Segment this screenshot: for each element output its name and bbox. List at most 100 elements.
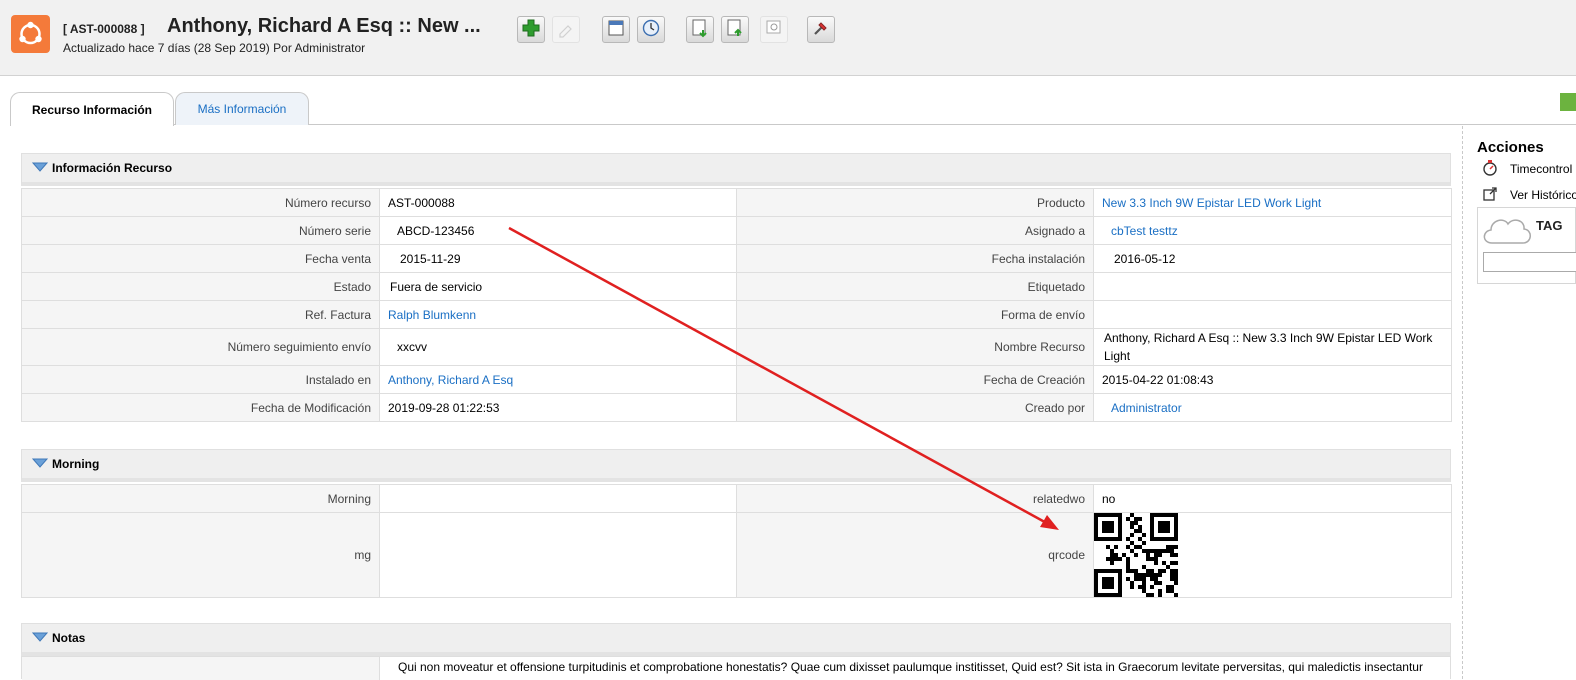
tag-cloud-box: TAG: [1477, 207, 1576, 284]
field-label: Instalado en: [21, 365, 380, 394]
field-label: Fecha de Modificación: [21, 393, 380, 422]
field-label: Forma de envío: [736, 300, 1094, 329]
field-label: Creado por: [736, 393, 1094, 422]
table-row: Número serie ABCD-123456 Asignado a cbTe…: [21, 216, 1452, 245]
field-label: Número seguimiento envío: [21, 328, 380, 366]
notes-label-cell: [22, 657, 380, 680]
section-title: Información Recurso: [52, 161, 173, 175]
invoice-link[interactable]: Ralph Blumkenn: [388, 308, 476, 322]
qrcode-cell: [1093, 512, 1452, 598]
field-label: Etiquetado: [736, 272, 1094, 301]
duplicate-button[interactable]: [552, 16, 580, 43]
assigned-user-link[interactable]: cbTest testtz: [1111, 224, 1178, 238]
table-row: Estado Fuera de servicio Etiquetado: [21, 272, 1452, 301]
section-header-informacion[interactable]: Información Recurso: [21, 153, 1451, 186]
field-value: Anthony, Richard A Esq :: New 3.3 Inch 9…: [1093, 328, 1452, 366]
field-value: [1093, 272, 1452, 301]
table-row: Número recurso AST-000088 Producto New 3…: [21, 188, 1452, 217]
record-number: [ AST-000088 ]: [63, 22, 145, 36]
export-button[interactable]: [686, 16, 714, 43]
notes-text: Qui non moveatur et offensione turpitudi…: [398, 660, 1423, 674]
tag-label: TAG: [1536, 218, 1563, 233]
field-label: Morning: [21, 484, 380, 513]
add-button[interactable]: [517, 16, 545, 43]
field-label: relatedwo: [736, 484, 1094, 513]
duplicate-icon: [556, 18, 576, 41]
action-timecontrol[interactable]: Timecontrol: [1482, 159, 1573, 180]
field-value: 2016-05-12: [1093, 244, 1452, 273]
field-label: qrcode: [736, 512, 1094, 598]
assets-module-icon[interactable]: [11, 15, 50, 53]
settings-icon: [811, 18, 831, 41]
field-value: no: [1093, 484, 1452, 513]
installed-at-link[interactable]: Anthony, Richard A Esq: [388, 373, 513, 387]
field-label: Número serie: [21, 216, 380, 245]
field-label: Asignado a: [736, 216, 1094, 245]
field-value: AST-000088: [379, 188, 737, 217]
info-table: Número recurso AST-000088 Producto New 3…: [21, 188, 1452, 422]
collapse-icon: [31, 457, 49, 471]
find-duplicates-icon: [764, 18, 784, 41]
page-title: Anthony, Richard A Esq :: New ...: [167, 15, 481, 37]
field-label: Ref. Factura: [21, 300, 380, 329]
tag-input[interactable]: [1483, 252, 1576, 272]
action-ver-historico[interactable]: Ver Histórico: [1482, 186, 1576, 204]
field-label: Estado: [21, 272, 380, 301]
calendar-button[interactable]: [602, 16, 630, 43]
field-label: Fecha instalación: [736, 244, 1094, 273]
clock-button[interactable]: [637, 16, 665, 43]
field-value: [379, 484, 737, 513]
field-value: Fuera de servicio: [379, 272, 737, 301]
calendar-icon: [606, 18, 626, 41]
section-header-morning[interactable]: Morning: [21, 449, 1451, 482]
record-header: [ AST-000088 ] Anthony, Richard A Esq ::…: [0, 0, 1576, 76]
field-label: mg: [21, 512, 380, 598]
tag-cloud-icon: [1480, 211, 1534, 252]
action-label: Ver Histórico: [1510, 188, 1576, 202]
find-duplicates-button[interactable]: [760, 16, 788, 43]
status-indicator[interactable]: [1560, 93, 1576, 111]
field-label: Número recurso: [21, 188, 380, 217]
settings-button[interactable]: [807, 16, 835, 43]
section-title: Morning: [52, 457, 100, 471]
export-icon: [690, 18, 710, 41]
add-icon: [521, 18, 541, 41]
qr-code-icon: [1094, 513, 1451, 597]
field-label: Nombre Recurso: [736, 328, 1094, 366]
morning-table: Morning relatedwo no mg qrcode: [21, 484, 1452, 598]
collapse-icon: [31, 631, 49, 645]
field-value: 2015-11-29: [379, 244, 737, 273]
table-row: mg qrcode: [21, 512, 1452, 598]
table-row: Morning relatedwo no: [21, 484, 1452, 513]
table-row: Fecha venta 2015-11-29 Fecha instalación…: [21, 244, 1452, 273]
clock-icon: [641, 18, 661, 41]
section-header-notas[interactable]: Notas: [21, 623, 1451, 656]
tab-recurso-informacion[interactable]: Recurso Información: [10, 92, 174, 126]
tab-mas-informacion[interactable]: Más Información: [175, 92, 309, 125]
field-label: Producto: [736, 188, 1094, 217]
action-label: Timecontrol: [1510, 162, 1573, 176]
import-button[interactable]: [721, 16, 749, 43]
collapse-icon: [31, 161, 49, 175]
table-row: Ref. Factura Ralph Blumkenn Forma de env…: [21, 300, 1452, 329]
table-row: Instalado en Anthony, Richard A Esq Fech…: [21, 365, 1452, 394]
field-value: [1093, 300, 1452, 329]
product-link[interactable]: New 3.3 Inch 9W Epistar LED Work Light: [1102, 196, 1321, 210]
field-value: 2019-09-28 01:22:53: [379, 393, 737, 422]
stopwatch-icon: [1482, 159, 1498, 180]
section-title: Notas: [52, 631, 86, 645]
field-value: 2015-04-22 01:08:43: [1093, 365, 1452, 394]
import-icon: [725, 18, 745, 41]
last-modified-text: Actualizado hace 7 días (28 Sep 2019) Po…: [63, 41, 366, 55]
field-value: [379, 512, 737, 598]
field-value: ABCD-123456: [379, 216, 737, 245]
table-row: Número seguimiento envío xxcvv Nombre Re…: [21, 328, 1452, 366]
created-by-link[interactable]: Administrator: [1111, 401, 1182, 415]
field-value: xxcvv: [379, 328, 737, 366]
field-label: Fecha venta: [21, 244, 380, 273]
field-label: Fecha de Creación: [736, 365, 1094, 394]
external-link-icon: [1482, 186, 1498, 205]
table-row: Fecha de Modificación 2019-09-28 01:22:5…: [21, 393, 1452, 422]
sidebar-divider: [1462, 126, 1463, 679]
actions-title: Acciones: [1477, 139, 1544, 156]
